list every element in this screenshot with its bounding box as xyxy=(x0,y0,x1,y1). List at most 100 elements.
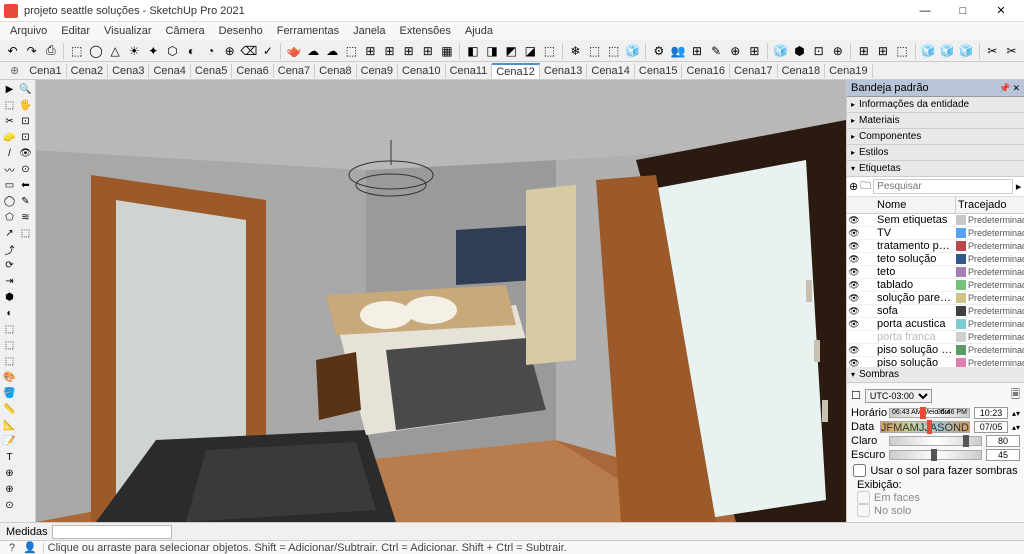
scene-tab-cena14[interactable]: Cena14 xyxy=(587,64,635,78)
section-components[interactable]: Componentes xyxy=(847,129,1024,145)
close-button[interactable]: ✕ xyxy=(982,0,1020,22)
tag-visibility-icon[interactable]: 👁 xyxy=(847,215,861,226)
toolbar-btn-5[interactable]: ◯ xyxy=(87,42,104,60)
toolbar-btn-9[interactable]: ⬡ xyxy=(164,42,181,60)
col-dash[interactable]: Tracejado xyxy=(956,197,1024,213)
tool-btn-3[interactable]: 🧽 xyxy=(2,130,17,145)
toolbar-btn-58[interactable]: ✂ xyxy=(1003,42,1020,60)
toolbar-btn-16[interactable]: 🫖 xyxy=(285,42,302,60)
tag-row[interactable]: porta francaPredeterminado xyxy=(847,331,1024,344)
toolbar-btn-11[interactable]: ◔ xyxy=(202,42,219,60)
menu-visualizar[interactable]: Visualizar xyxy=(98,24,158,38)
date-stepper[interactable]: ▴▾ xyxy=(1012,423,1020,432)
tool-btn-13[interactable]: ⬢ xyxy=(2,290,17,305)
toolbar-btn-28[interactable]: ◩ xyxy=(503,42,520,60)
menu-ajuda[interactable]: Ajuda xyxy=(459,24,499,38)
tool-btn-6[interactable]: ▭ xyxy=(2,178,17,193)
toolbar-btn-35[interactable]: 🧊 xyxy=(624,42,641,60)
tray-close-icon[interactable]: ✕ xyxy=(1012,83,1020,94)
tool-btn-26[interactable]: ⊙ xyxy=(2,498,17,513)
toolbar-btn-40[interactable]: ✎ xyxy=(708,42,725,60)
toolbar-btn-41[interactable]: ⊕ xyxy=(727,42,744,60)
toolbar-btn-37[interactable]: ⚙ xyxy=(650,42,667,60)
tool-btn-0[interactable]: ▶ xyxy=(2,82,17,97)
tool-btn-12[interactable]: ⇥ xyxy=(2,274,17,289)
shadows-detail-icon[interactable]: 🗏 xyxy=(1011,386,1020,405)
toolbar-btn-1[interactable]: ↷ xyxy=(23,42,40,60)
tool-btn-28[interactable]: 🖐 xyxy=(18,98,33,113)
add-tag-icon[interactable]: ⊕ xyxy=(849,180,858,194)
tool-btn-9[interactable]: ↗ xyxy=(2,226,17,241)
tag-visibility-icon[interactable]: 👁 xyxy=(847,241,861,252)
toolbar-btn-32[interactable]: ❄ xyxy=(567,42,584,60)
maximize-button[interactable]: □ xyxy=(944,0,982,22)
toolbar-btn-22[interactable]: ⊞ xyxy=(400,42,417,60)
tool-btn-1[interactable]: ⬚ xyxy=(2,98,17,113)
tag-color-swatch[interactable] xyxy=(956,332,966,342)
toolbar-btn-54[interactable]: 🧊 xyxy=(939,42,956,60)
tool-btn-4[interactable]: / xyxy=(2,146,17,161)
toolbar-btn-10[interactable]: ◐ xyxy=(183,42,200,60)
tag-color-swatch[interactable] xyxy=(956,228,966,238)
tag-row[interactable]: 👁teto soluçãoPredeterminado xyxy=(847,253,1024,266)
tag-row[interactable]: 👁piso solução traPredeterminado xyxy=(847,344,1024,357)
toolbar-btn-53[interactable]: 🧊 xyxy=(920,42,937,60)
col-name[interactable]: Nome xyxy=(875,197,956,213)
toolbar-btn-49[interactable]: ⊞ xyxy=(855,42,872,60)
scene-tab-cena2[interactable]: Cena2 xyxy=(67,64,108,78)
toolbar-btn-14[interactable]: ✓ xyxy=(259,42,276,60)
tool-btn-2[interactable]: ✂ xyxy=(2,114,17,129)
tag-search-input[interactable] xyxy=(873,179,1013,194)
date-input[interactable] xyxy=(974,421,1008,433)
tag-dashstyle[interactable]: Predeterminado xyxy=(968,267,1024,277)
scene-tab-cena7[interactable]: Cena7 xyxy=(274,64,315,78)
tag-row[interactable]: 👁piso soluçãoPredeterminado xyxy=(847,357,1024,367)
scene-tab-cena16[interactable]: Cena16 xyxy=(682,64,730,78)
tool-btn-25[interactable]: ⊕ xyxy=(2,482,17,497)
toolbar-btn-57[interactable]: ✂ xyxy=(984,42,1001,60)
tool-btn-22[interactable]: 📝 xyxy=(2,434,17,449)
tag-color-swatch[interactable] xyxy=(956,215,966,225)
tag-color-swatch[interactable] xyxy=(956,306,966,316)
toolbar-btn-30[interactable]: ⬚ xyxy=(541,42,558,60)
tag-visibility-icon[interactable]: 👁 xyxy=(847,358,861,368)
tray-pin-icon[interactable]: 📌 xyxy=(999,83,1010,94)
tool-btn-10[interactable]: ⤴ xyxy=(2,242,17,257)
tag-visibility-icon[interactable]: 👁 xyxy=(847,254,861,265)
scene-tab-cena13[interactable]: Cena13 xyxy=(540,64,588,78)
scene-tab-cena15[interactable]: Cena15 xyxy=(635,64,683,78)
toolbar-btn-19[interactable]: ⬚ xyxy=(343,42,360,60)
tag-visibility-icon[interactable]: 👁 xyxy=(847,293,861,304)
tool-btn-18[interactable]: 🎨 xyxy=(2,370,17,385)
tool-btn-5[interactable]: 〰 xyxy=(2,162,17,177)
tool-btn-11[interactable]: ⟳ xyxy=(2,258,17,273)
tool-btn-35[interactable]: ≋ xyxy=(18,210,33,225)
toolbar-btn-55[interactable]: 🧊 xyxy=(958,42,975,60)
toolbar-btn-27[interactable]: ◨ xyxy=(483,42,500,60)
tag-dashstyle[interactable]: Predeterminado xyxy=(968,293,1024,303)
scene-tab-cena11[interactable]: Cena11 xyxy=(446,64,493,78)
toolbar-btn-46[interactable]: ⊡ xyxy=(810,42,827,60)
toolbar-btn-44[interactable]: 🧊 xyxy=(772,42,789,60)
tag-color-swatch[interactable] xyxy=(956,319,966,329)
shadows-toggle-icon[interactable]: ☐ xyxy=(851,389,861,402)
tag-dashstyle[interactable]: Predeterminado xyxy=(968,358,1024,367)
toolbar-btn-50[interactable]: ⊞ xyxy=(874,42,891,60)
section-shadows[interactable]: Sombras xyxy=(847,367,1024,383)
light-input[interactable] xyxy=(986,435,1020,447)
tag-color-swatch[interactable] xyxy=(956,345,966,355)
tool-btn-30[interactable]: ⊡ xyxy=(18,130,33,145)
scene-tab-cena6[interactable]: Cena6 xyxy=(232,64,273,78)
tag-row[interactable]: 👁tetoPredeterminado xyxy=(847,266,1024,279)
tag-folder-icon[interactable]: 🗀 xyxy=(860,180,871,194)
section-tags[interactable]: Etiquetas xyxy=(847,161,1024,177)
menu-desenho[interactable]: Desenho xyxy=(213,24,269,38)
tag-color-swatch[interactable] xyxy=(956,293,966,303)
toolbar-btn-23[interactable]: ⊞ xyxy=(419,42,436,60)
tool-btn-14[interactable]: ◐ xyxy=(2,306,17,321)
tag-row[interactable]: 👁tratamento par...Predeterminado xyxy=(847,240,1024,253)
tag-dashstyle[interactable]: Predeterminado xyxy=(968,241,1024,251)
toolbar-btn-29[interactable]: ◪ xyxy=(522,42,539,60)
light-slider[interactable] xyxy=(889,436,982,446)
scene-tab-cena5[interactable]: Cena5 xyxy=(191,64,232,78)
